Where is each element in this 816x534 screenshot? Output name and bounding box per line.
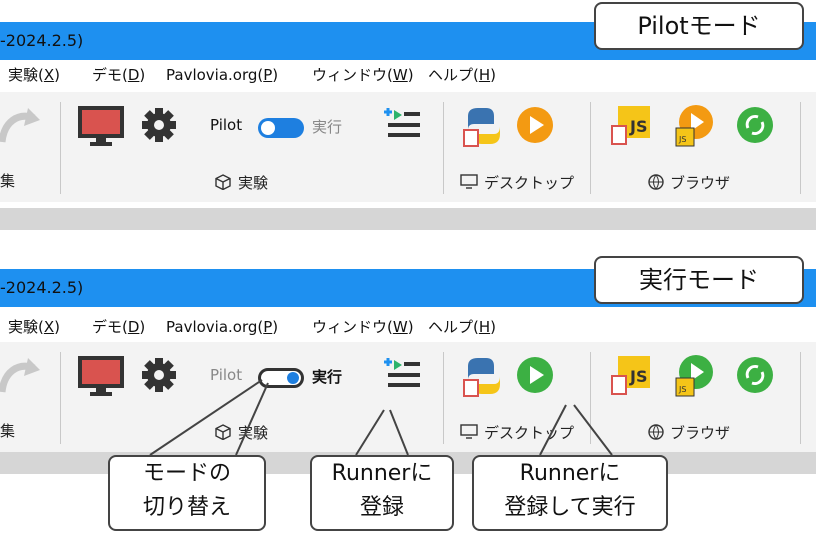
callout-lines [149, 379, 613, 456]
note-runner-run: Runnerに 登録して実行 [472, 455, 668, 531]
note-mode-toggle: モードの 切り替え [108, 455, 266, 531]
note-runner-add: Runnerに 登録 [310, 455, 454, 531]
